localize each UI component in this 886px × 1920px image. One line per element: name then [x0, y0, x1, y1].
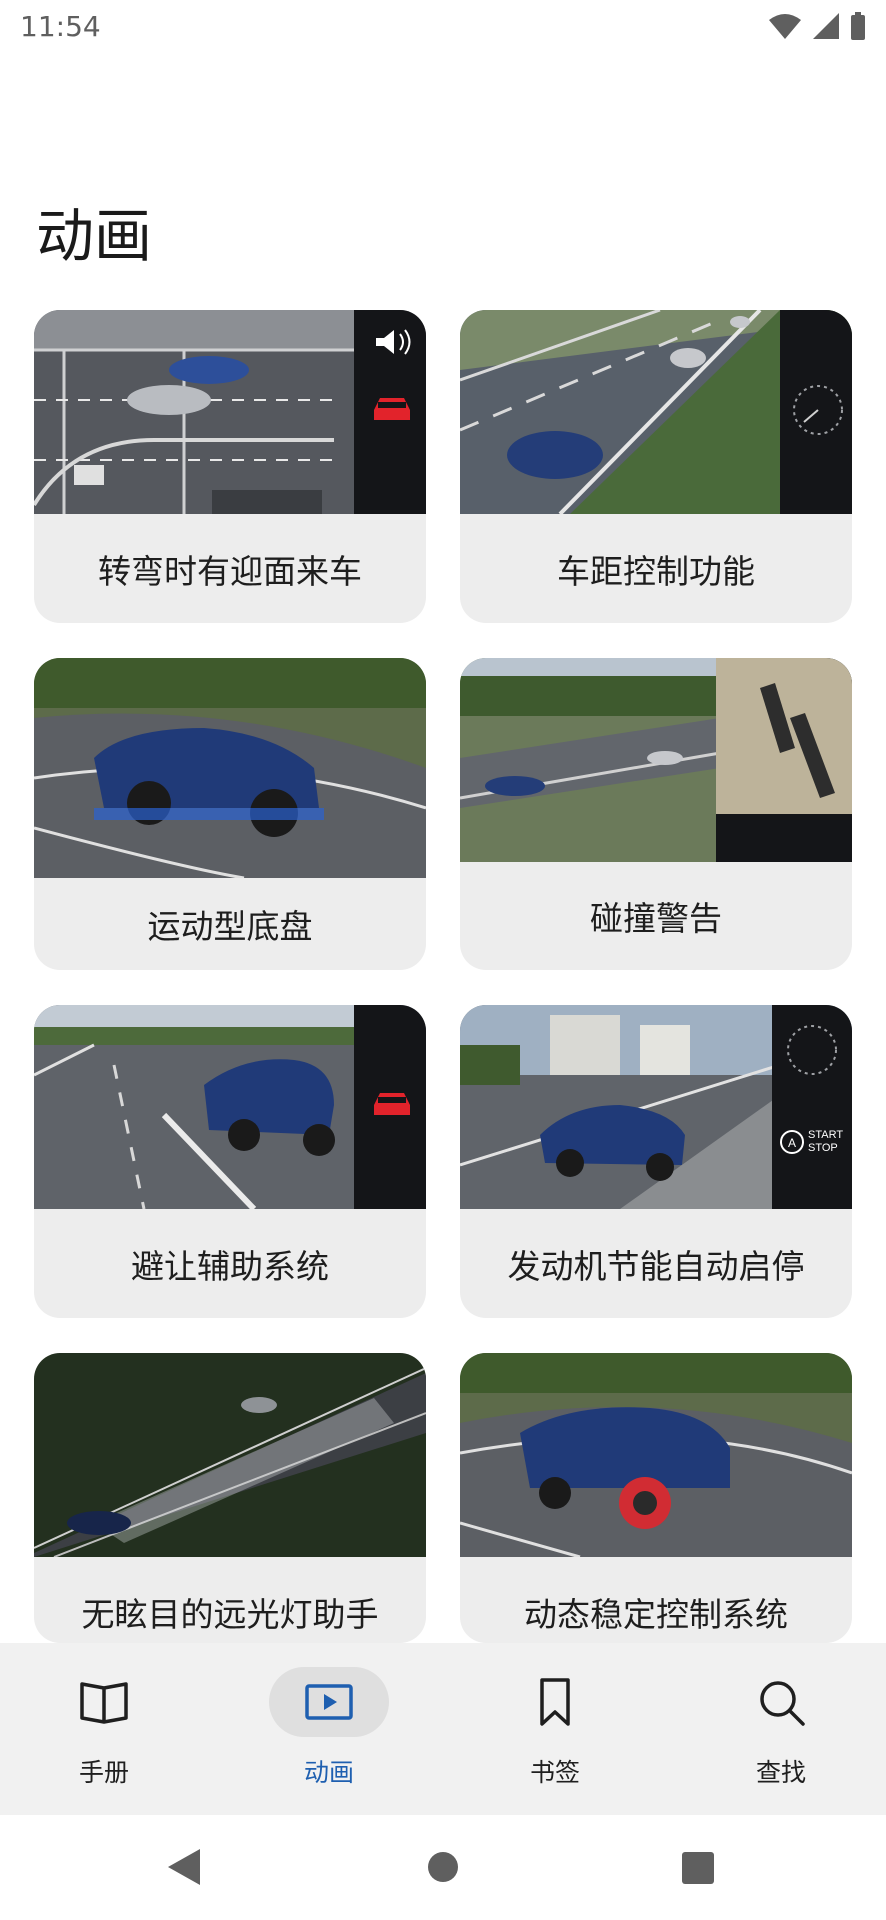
start-stop-line1: START [808, 1129, 843, 1141]
home-icon[interactable] [427, 1851, 459, 1883]
search-icon [760, 1681, 805, 1726]
nav-item-manual[interactable]: 手册 [4, 1643, 204, 1815]
thumbnail-intersection-scene [34, 310, 426, 514]
nav-item-bookmarks[interactable]: 书签 [455, 1643, 655, 1815]
animation-card-label: 转弯时有迎面来车 [98, 551, 362, 591]
animation-card-evasion-assist[interactable]: 避让辅助系统 [34, 1005, 426, 1318]
start-stop-line2: STOP [808, 1142, 838, 1154]
animation-card-label: 无眩目的远光灯助手 [81, 1594, 379, 1634]
nav-label-search: 查找 [755, 1758, 806, 1787]
thumbnail-stability-wheel [460, 1353, 852, 1557]
recents-icon[interactable] [681, 1851, 715, 1885]
animation-card-anti-dazzle-highbeam[interactable]: 无眩目的远光灯助手 [34, 1353, 426, 1643]
bottom-navigation: 手册 动画 书签 查找 [0, 1643, 886, 1815]
thumbnail-highway-distance [460, 310, 852, 514]
thumbnail-car-chassis [34, 658, 426, 878]
animation-card-distance-control[interactable]: 车距控制功能 [460, 310, 852, 623]
nav-label-bookmarks: 书签 [529, 1758, 580, 1787]
animation-card-label: 运动型底盘 [147, 907, 313, 946]
animation-card-label: 发动机节能自动启停 [507, 1246, 805, 1286]
nav-label-manual: 手册 [78, 1758, 129, 1787]
animation-card-dynamic-stability[interactable]: 动态稳定控制系统 [460, 1353, 852, 1643]
nav-item-animations[interactable]: 动画 [229, 1643, 429, 1815]
animation-card-label: 车距控制功能 [557, 551, 755, 591]
animation-card-label: 碰撞警告 [590, 899, 722, 938]
animation-card-oncoming-turn[interactable]: 转弯时有迎面来车 [34, 310, 426, 623]
start-stop-letter: A [788, 1136, 796, 1150]
animation-grid: 转弯时有迎面来车 车距控制功能 运动型底盘 碰撞警告 避让辅助系统 A STAR… [0, 0, 886, 1920]
thumbnail-start-stop-town: A START STOP [460, 1005, 852, 1209]
nav-label-animations: 动画 [303, 1758, 354, 1787]
bookmark-icon [540, 1678, 570, 1726]
book-icon [80, 1682, 128, 1724]
animation-card-label: 避让辅助系统 [131, 1246, 329, 1286]
animation-card-collision-warning[interactable]: 碰撞警告 [460, 658, 852, 970]
thumbnail-evasion-highway [34, 1005, 426, 1209]
system-navigation-bar [0, 1815, 886, 1920]
back-icon[interactable] [166, 1847, 202, 1887]
nav-item-search[interactable]: 查找 [681, 1643, 881, 1815]
animation-card-label: 动态稳定控制系统 [524, 1594, 788, 1634]
animation-card-auto-start-stop[interactable]: A START STOP 发动机节能自动启停 [460, 1005, 852, 1318]
animation-card-sport-chassis[interactable]: 运动型底盘 [34, 658, 426, 970]
thumbnail-collision-pedal [460, 658, 852, 862]
play-video-icon [305, 1684, 353, 1720]
thumbnail-night-highbeam [34, 1353, 426, 1557]
